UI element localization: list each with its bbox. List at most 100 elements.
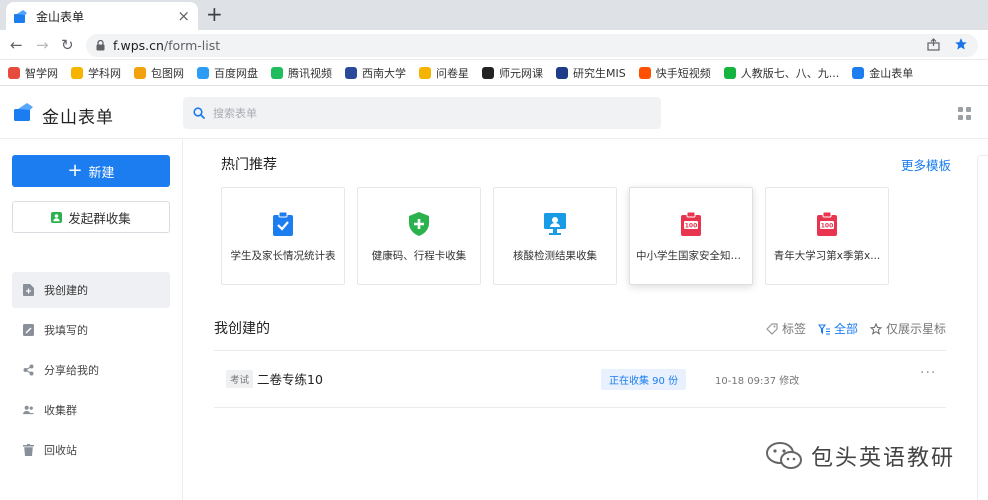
grid-cell — [958, 107, 963, 112]
sidebar-item-filled[interactable]: 我填写的 — [12, 312, 170, 348]
score-100-icon: 100 — [817, 212, 837, 236]
file-icon — [23, 284, 34, 296]
bookmark-item[interactable]: 学科网 — [71, 65, 121, 81]
sidebar-item-label: 我创建的 — [44, 284, 88, 297]
starred-filter-label: 仅展示星标 — [885, 322, 946, 336]
url-text: f.wps.cn/form-list — [113, 38, 220, 53]
starred-filter-button[interactable]: 仅展示星标 — [869, 320, 946, 337]
swu-icon — [345, 66, 357, 79]
sidebar-item-groups[interactable]: 收集群 — [12, 392, 170, 428]
kuaishou-icon — [638, 66, 651, 79]
wechat-watermark-icon — [766, 442, 802, 469]
grid-cell — [958, 115, 963, 120]
bookmark-label: 快手短视频 — [655, 66, 711, 80]
new-form-button[interactable]: + 新建 — [12, 155, 170, 187]
forward-arrow-icon[interactable]: → — [36, 36, 49, 54]
new-tab-button[interactable]: + — [206, 4, 223, 24]
bookmark-label: 问卷星 — [436, 66, 469, 80]
bookmark-item[interactable]: 西南大学 — [345, 65, 406, 81]
browser-tab[interactable]: 金山表单 × — [6, 2, 198, 30]
wechat-icon — [723, 66, 736, 79]
monitor-icon — [544, 213, 566, 235]
more-templates-link[interactable]: 更多模板 — [901, 155, 951, 174]
all-filter-button[interactable]: 全部 — [817, 320, 858, 337]
bookmark-item[interactable]: 腾讯视频 — [271, 65, 332, 81]
template-card[interactable]: 核酸检测结果收集 — [493, 187, 617, 285]
bookmark-item[interactable]: 问卷星 — [419, 65, 469, 81]
shiyuan-icon — [482, 66, 494, 79]
bookmark-label: 智学网 — [25, 66, 58, 80]
share-icon — [23, 364, 34, 376]
template-card[interactable]: 100 中小学生国家安全知识... — [629, 187, 753, 285]
app-header: 金山表单 — [0, 87, 988, 139]
bookmark-item[interactable]: 研究生MIS — [556, 65, 626, 81]
bookmark-item[interactable]: 智学网 — [8, 65, 58, 81]
plus-icon: + — [67, 160, 83, 181]
template-card-label: 学生及家长情况统计表 — [230, 250, 336, 262]
bookmark-item[interactable]: 包图网 — [134, 65, 184, 81]
bookmark-label: 金山表单 — [869, 66, 914, 80]
sidebar-item-trash[interactable]: 回收站 — [12, 432, 170, 468]
watermark: 包头英语教研 — [765, 440, 955, 472]
bookmark-label: 包图网 — [151, 66, 184, 80]
grid-cell — [966, 115, 971, 120]
svg-text:100: 100 — [821, 223, 834, 230]
sidebar-item-label: 回收站 — [44, 444, 77, 457]
group-collect-button[interactable]: 发起群收集 — [12, 201, 170, 233]
list-toolbar: 标签 全部 仅展示星标 — [766, 320, 946, 337]
template-card-label: 健康码、行程卡收集 — [371, 250, 467, 262]
back-arrow-icon[interactable]: ← — [10, 36, 23, 54]
template-card-label: 青年大学习第x季第x... — [773, 250, 881, 262]
bookmark-item[interactable]: 人教版七、八、九... — [723, 65, 839, 81]
address-bar: ← → ↻ f.wps.cn/form-list — [0, 30, 988, 60]
score-100-icon: 100 — [681, 212, 701, 236]
tab-title: 金山表单 — [36, 9, 85, 24]
bookmark-item[interactable]: 师元网课 — [482, 65, 543, 81]
template-card-label: 中小学生国家安全知识... — [636, 250, 746, 262]
bookmark-star-icon[interactable] — [954, 37, 968, 51]
tag-filter-button[interactable]: 标签 — [766, 320, 806, 337]
sidebar-item-shared[interactable]: 分享给我的 — [12, 352, 170, 388]
trash-icon — [23, 444, 34, 456]
group-icon — [23, 405, 34, 415]
watermark-text: 包头英语教研 — [811, 446, 956, 471]
form-name[interactable]: 二卷专练10 — [257, 369, 323, 388]
search-icon — [193, 107, 205, 119]
wps-form-logo-icon — [14, 103, 33, 121]
bookmark-item[interactable]: 金山表单 — [852, 65, 913, 81]
bookmark-label: 师元网课 — [499, 66, 543, 80]
template-card[interactable]: 学生及家长情况统计表 — [221, 187, 345, 285]
template-card-label: 核酸检测结果收集 — [513, 250, 597, 262]
bookmark-label: 研究生MIS — [573, 66, 626, 80]
bookmark-label: 学科网 — [88, 66, 121, 80]
collect-status-badge: 正在收集 90 份 — [601, 369, 687, 390]
sidebar: + 新建 发起群收集 我创建的 我填写的 分享给我的 收集群 回收站 — [0, 140, 183, 500]
reload-icon[interactable]: ↻ — [61, 36, 74, 54]
template-card[interactable]: 100 青年大学习第x季第x... — [765, 187, 889, 285]
divider — [214, 407, 946, 408]
apps-grid-icon[interactable] — [958, 107, 971, 120]
divider — [214, 350, 946, 351]
bookmark-label: 腾讯视频 — [288, 66, 332, 80]
form-row[interactable]: 考试 二卷专练10 正在收集 90 份 10-18 09:37 修改 ··· — [214, 352, 946, 406]
sidebar-item-created[interactable]: 我创建的 — [12, 272, 170, 308]
form-tag: 考试 — [226, 370, 254, 388]
bookmark-label: 西南大学 — [362, 66, 406, 80]
browser-tab-bar: 金山表单 × + — [0, 0, 988, 30]
star-icon — [419, 66, 431, 79]
bookmark-item[interactable]: 百度网盘 — [197, 65, 258, 81]
sidebar-item-label: 收集群 — [44, 404, 77, 417]
tab-close-icon[interactable]: × — [177, 8, 190, 24]
bookmark-item[interactable]: 快手短视频 — [638, 65, 711, 81]
clipboard-check-icon — [273, 212, 293, 236]
bookmarks-bar: 智学网 学科网 包图网 百度网盘 腾讯视频 西南大学 问卷星 师元网课 研究生MIS 快手短视频 人… — [0, 60, 988, 86]
template-card[interactable]: 健康码、行程卡收集 — [357, 187, 481, 285]
sidebar-item-label: 分享给我的 — [44, 364, 99, 377]
more-actions-icon[interactable]: ··· — [920, 365, 936, 381]
search-box[interactable] — [183, 97, 661, 129]
search-input[interactable] — [213, 106, 613, 120]
recommend-title: 热门推荐 — [221, 157, 277, 173]
url-field[interactable]: f.wps.cn/form-list — [86, 34, 978, 57]
baidupan-icon — [197, 66, 209, 79]
share-page-icon[interactable] — [927, 37, 940, 51]
